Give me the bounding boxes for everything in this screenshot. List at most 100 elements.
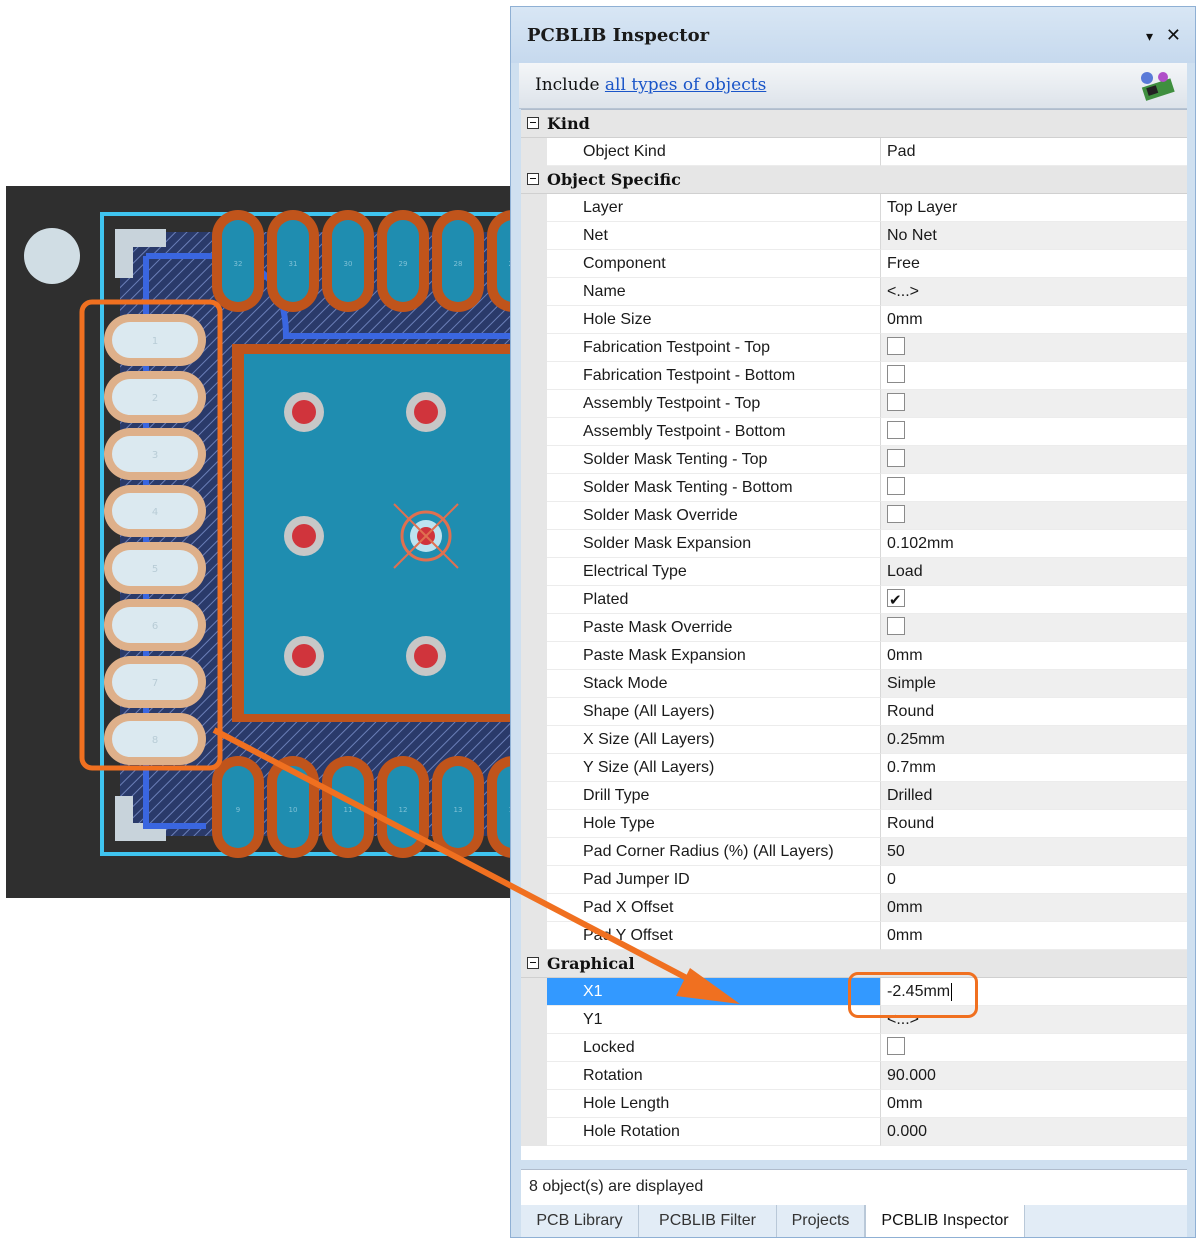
- property-row[interactable]: Solder Mask Override: [521, 502, 1187, 530]
- collapse-icon[interactable]: [527, 117, 539, 129]
- property-checkbox[interactable]: [887, 337, 905, 356]
- row-gutter: [521, 670, 547, 698]
- property-value[interactable]: Simple: [881, 670, 1187, 698]
- property-checkbox[interactable]: [887, 587, 905, 615]
- property-name: Hole Length: [547, 1090, 881, 1118]
- panel-titlebar[interactable]: PCBLIB Inspector ▾ ✕: [511, 7, 1195, 63]
- property-value[interactable]: 0.25mm: [881, 726, 1187, 754]
- property-row[interactable]: Rotation 90.000: [521, 1062, 1187, 1090]
- property-value[interactable]: [881, 1034, 1187, 1062]
- property-checkbox[interactable]: [887, 449, 905, 468]
- property-value[interactable]: [881, 502, 1187, 530]
- property-checkbox[interactable]: [887, 421, 905, 440]
- property-row[interactable]: Pad X Offset 0mm: [521, 894, 1187, 922]
- property-row[interactable]: Pad Y Offset 0mm: [521, 922, 1187, 950]
- row-gutter: [521, 1118, 547, 1146]
- property-row[interactable]: Assembly Testpoint - Top: [521, 390, 1187, 418]
- property-row[interactable]: Name <...>: [521, 278, 1187, 306]
- close-icon[interactable]: ✕: [1166, 25, 1181, 46]
- property-row[interactable]: Hole Size 0mm: [521, 306, 1187, 334]
- category-object_specific[interactable]: Object Specific: [521, 166, 1187, 194]
- property-checkbox[interactable]: [887, 505, 905, 524]
- property-name: Shape (All Layers): [547, 698, 881, 726]
- property-row[interactable]: Pad Corner Radius (%) (All Layers) 50: [521, 838, 1187, 866]
- property-row[interactable]: Paste Mask Expansion 0mm: [521, 642, 1187, 670]
- property-value[interactable]: Top Layer: [881, 194, 1187, 222]
- property-checkbox[interactable]: [887, 1037, 905, 1056]
- property-row[interactable]: Assembly Testpoint - Bottom: [521, 418, 1187, 446]
- property-row[interactable]: Layer Top Layer: [521, 194, 1187, 222]
- property-row[interactable]: Solder Mask Expansion 0.102mm: [521, 530, 1187, 558]
- pcb-canvas[interactable]: 12345678 323130292827 91011121314: [6, 186, 516, 898]
- collapse-icon[interactable]: [527, 957, 539, 969]
- property-row[interactable]: Drill Type Drilled: [521, 782, 1187, 810]
- property-row[interactable]: Object Kind Pad: [521, 138, 1187, 166]
- property-value[interactable]: [881, 334, 1187, 362]
- property-value[interactable]: No Net: [881, 222, 1187, 250]
- property-row[interactable]: Net No Net: [521, 222, 1187, 250]
- property-value[interactable]: 0mm: [881, 306, 1187, 334]
- property-row[interactable]: Shape (All Layers) Round: [521, 698, 1187, 726]
- property-value[interactable]: Round: [881, 810, 1187, 838]
- property-value[interactable]: Load: [881, 558, 1187, 586]
- property-name: Solder Mask Expansion: [547, 530, 881, 558]
- property-value[interactable]: [881, 390, 1187, 418]
- property-row[interactable]: X Size (All Layers) 0.25mm: [521, 726, 1187, 754]
- collapse-icon[interactable]: [527, 173, 539, 185]
- property-row[interactable]: Pad Jumper ID 0: [521, 866, 1187, 894]
- panel-menu-icon[interactable]: ▾: [1146, 29, 1153, 45]
- property-row[interactable]: Hole Rotation 0.000: [521, 1118, 1187, 1146]
- property-checkbox[interactable]: [887, 365, 905, 384]
- property-name: Locked: [547, 1034, 881, 1062]
- pcb-footprint[interactable]: 12345678 323130292827 91011121314: [6, 186, 516, 898]
- property-row[interactable]: Solder Mask Tenting - Bottom: [521, 474, 1187, 502]
- property-row[interactable]: Locked: [521, 1034, 1187, 1062]
- row-gutter: [521, 446, 547, 474]
- property-row[interactable]: Y Size (All Layers) 0.7mm: [521, 754, 1187, 782]
- property-value[interactable]: Drilled: [881, 782, 1187, 810]
- property-row[interactable]: Stack Mode Simple: [521, 670, 1187, 698]
- property-value[interactable]: 0.7mm: [881, 754, 1187, 782]
- property-row[interactable]: Electrical Type Load: [521, 558, 1187, 586]
- property-row[interactable]: Solder Mask Tenting - Top: [521, 446, 1187, 474]
- property-value[interactable]: [881, 418, 1187, 446]
- property-checkbox[interactable]: [887, 393, 905, 412]
- tab-pcblib-filter[interactable]: PCBLIB Filter: [639, 1205, 777, 1237]
- property-row[interactable]: Component Free: [521, 250, 1187, 278]
- property-value[interactable]: Pad: [881, 138, 1187, 166]
- property-value[interactable]: 0.000: [881, 1118, 1187, 1146]
- property-value[interactable]: 50: [881, 838, 1187, 866]
- property-value[interactable]: [881, 446, 1187, 474]
- all-types-link[interactable]: all types of objects: [605, 75, 766, 95]
- property-value[interactable]: [881, 614, 1187, 642]
- property-value[interactable]: 0: [881, 866, 1187, 894]
- property-value[interactable]: Free: [881, 250, 1187, 278]
- property-value[interactable]: 0mm: [881, 922, 1187, 950]
- property-row[interactable]: Hole Length 0mm: [521, 1090, 1187, 1118]
- property-value[interactable]: 0.102mm: [881, 530, 1187, 558]
- property-checkbox[interactable]: [887, 617, 905, 636]
- property-value[interactable]: <...>: [881, 278, 1187, 306]
- property-value[interactable]: 90.000: [881, 1062, 1187, 1090]
- property-row[interactable]: Plated: [521, 586, 1187, 615]
- property-row[interactable]: Fabrication Testpoint - Bottom: [521, 362, 1187, 390]
- tab-pcblib-inspector[interactable]: PCBLIB Inspector: [865, 1205, 1025, 1237]
- category-kind[interactable]: Kind: [521, 110, 1187, 138]
- property-value[interactable]: 0mm: [881, 894, 1187, 922]
- property-value[interactable]: [881, 474, 1187, 502]
- property-value[interactable]: 0mm: [881, 642, 1187, 670]
- property-row[interactable]: Hole Type Round: [521, 810, 1187, 838]
- property-value[interactable]: 0mm: [881, 1090, 1187, 1118]
- component-icon[interactable]: [1137, 69, 1177, 103]
- tab-pcb-library[interactable]: PCB Library: [521, 1205, 639, 1237]
- property-name: Pad X Offset: [547, 894, 881, 922]
- property-checkbox[interactable]: [887, 477, 905, 496]
- property-value[interactable]: [881, 362, 1187, 390]
- property-value[interactable]: Round: [881, 698, 1187, 726]
- tab-projects[interactable]: Projects: [777, 1205, 865, 1237]
- property-value[interactable]: [881, 586, 1187, 615]
- property-name: Drill Type: [547, 782, 881, 810]
- property-row[interactable]: Fabrication Testpoint - Top: [521, 334, 1187, 362]
- property-row[interactable]: Paste Mask Override: [521, 614, 1187, 642]
- row-gutter: [521, 894, 547, 922]
